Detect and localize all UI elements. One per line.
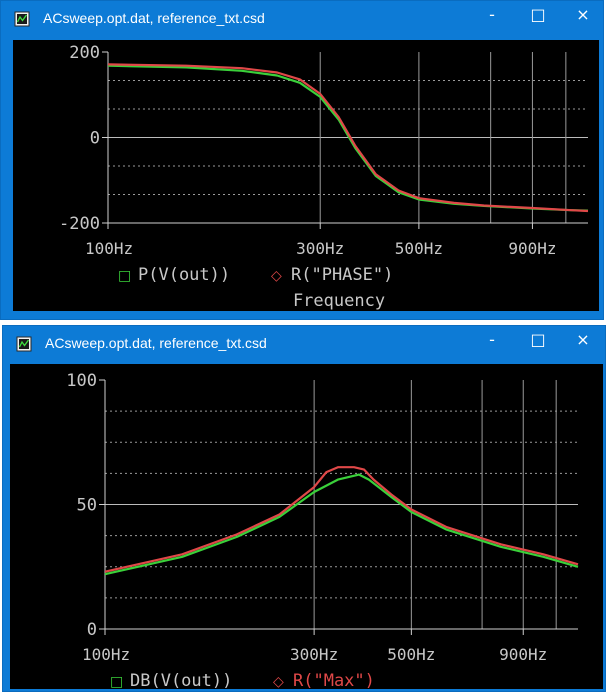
legend-label-1: R("Max") xyxy=(293,671,375,689)
maximize-button[interactable]: □ xyxy=(516,1,560,29)
y-tick-label: 50 xyxy=(77,496,97,516)
legend-label-1: R("PHASE") xyxy=(291,265,393,285)
probe-window-phase[interactable]: ACsweep.opt.dat, reference_txt.csd - □ ×… xyxy=(0,0,604,320)
legend-label-0: DB(V(out)) xyxy=(130,671,232,689)
x-tick-label: 300Hz xyxy=(290,645,338,664)
minimize-button[interactable]: - xyxy=(470,1,514,29)
probe-app-icon xyxy=(14,11,30,27)
phase-chart: 200 0 -200 100Hz 300Hz 500Hz 900Hz □ P(V(out)) ◇ R… xyxy=(59,43,589,311)
x-tick-label: 900Hz xyxy=(499,645,547,664)
series-line-0 xyxy=(104,473,579,576)
x-tick-label: 500Hz xyxy=(395,239,443,258)
probe-window-magnitude[interactable]: ACsweep.opt.dat, reference_txt.csd - □ ×… xyxy=(2,325,606,692)
y-tick-label: -200 xyxy=(59,214,100,234)
close-button[interactable]: × xyxy=(561,1,605,29)
window-title: ACsweep.opt.dat, reference_txt.csd xyxy=(45,335,267,351)
legend-marker-0: □ xyxy=(118,268,131,284)
plot-area-phase[interactable]: 200 0 -200 100Hz 300Hz 500Hz 900Hz □ P(V(out)) ◇ R… xyxy=(13,40,599,311)
plot-area-magnitude[interactable]: 100 50 0 100Hz 300Hz 500Hz 900Hz □ DB(V(out)) ◇ R(… xyxy=(10,364,603,689)
y-tick-label: 0 xyxy=(90,129,100,149)
x-tick-label: 100Hz xyxy=(82,645,130,664)
magnitude-chart: 100 50 0 100Hz 300Hz 500Hz 900Hz □ DB(V(out)) ◇ R(… xyxy=(66,371,579,689)
title-bar[interactable]: ACsweep.opt.dat, reference_txt.csd - □ × xyxy=(1,1,603,35)
close-button[interactable]: × xyxy=(561,326,605,354)
x-axis-title: Frequency xyxy=(293,291,385,311)
legend-marker-1: ◇ xyxy=(271,268,282,284)
x-tick-label: 900Hz xyxy=(508,239,556,258)
title-bar[interactable]: ACsweep.opt.dat, reference_txt.csd - □ × xyxy=(3,326,605,360)
x-tick-label: 300Hz xyxy=(296,239,344,258)
series-line-1 xyxy=(104,466,579,573)
minimize-button[interactable]: - xyxy=(470,326,514,354)
probe-app-icon xyxy=(16,336,32,352)
maximize-button[interactable]: □ xyxy=(516,326,560,354)
y-tick-label: 0 xyxy=(87,620,97,640)
x-tick-label: 100Hz xyxy=(85,239,133,258)
y-tick-label: 100 xyxy=(66,371,97,391)
series-line-0 xyxy=(107,64,589,212)
legend-label-0: P(V(out)) xyxy=(138,265,230,285)
x-tick-label: 500Hz xyxy=(387,645,435,664)
window-title: ACsweep.opt.dat, reference_txt.csd xyxy=(43,10,265,26)
legend-marker-1: ◇ xyxy=(273,674,284,689)
y-tick-label: 200 xyxy=(69,43,100,63)
legend-marker-0: □ xyxy=(110,674,123,689)
